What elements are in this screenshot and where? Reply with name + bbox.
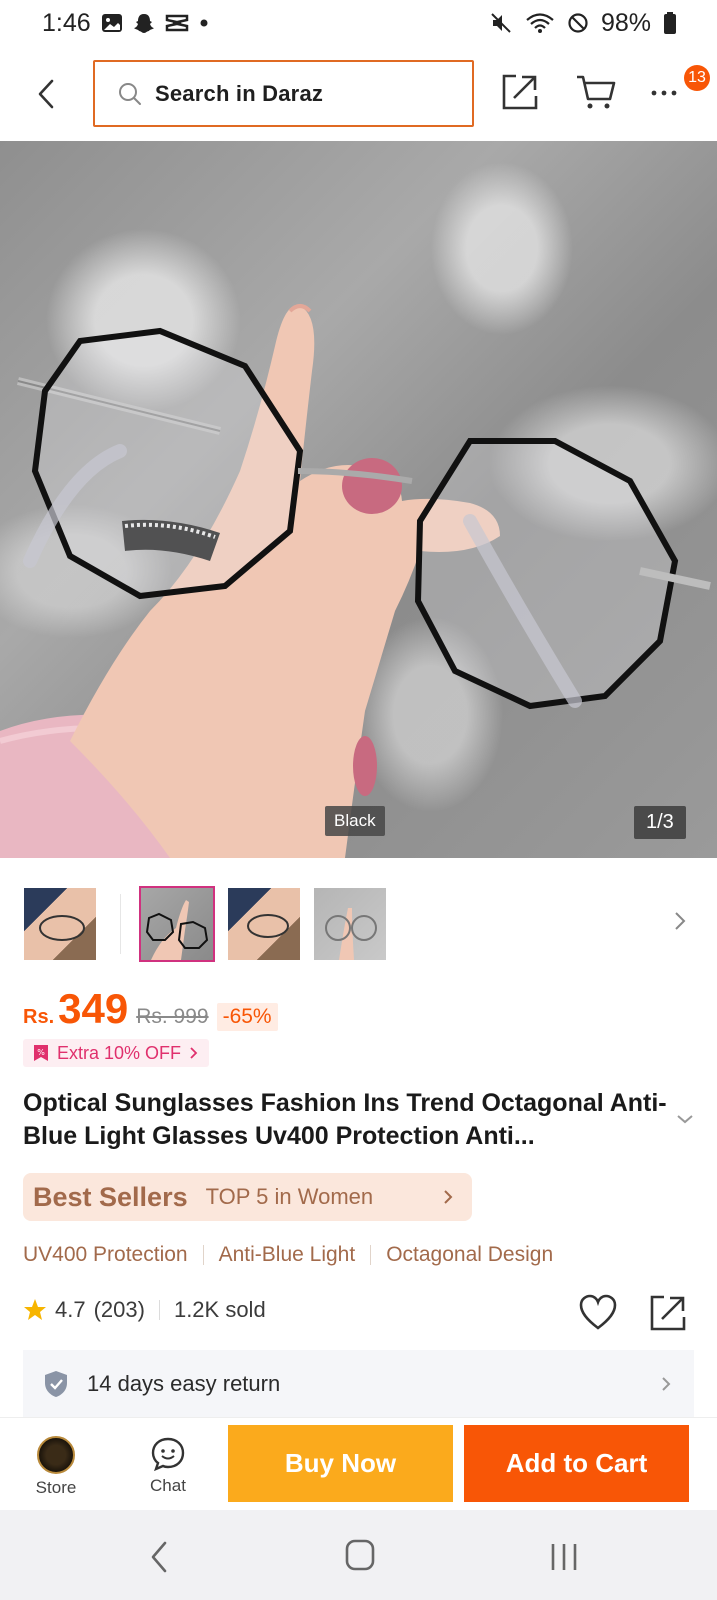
variant-label: Black [325,806,385,836]
shield-check-icon [45,1371,67,1397]
chat-icon [151,1437,185,1472]
status-bar: 1:46 98% [0,0,717,46]
buy-now-button[interactable]: Buy Now [228,1425,453,1502]
more-options-button[interactable] [650,78,680,113]
notification-badge: 13 [684,65,710,91]
store-logo-icon [37,1436,75,1474]
tag-divider [202,1245,204,1265]
thumbnail-1[interactable] [24,888,96,960]
best-sellers-banner[interactable]: Best Sellers TOP 5 in Women [23,1173,472,1221]
store-button[interactable]: Store [28,1436,84,1498]
rating-score: 4.7 [55,1297,86,1322]
share-product-button[interactable] [648,1293,688,1338]
image-counter: 1/3 [634,806,686,839]
system-navigation-bar [0,1510,717,1600]
mute-icon [489,11,513,35]
chat-button[interactable]: Chat [140,1436,196,1496]
return-policy-row[interactable]: 14 days easy return [23,1350,694,1418]
return-policy-text: 14 days easy return [87,1371,281,1396]
sold-count: 1.2K sold [173,1297,266,1322]
system-recents-button[interactable] [548,1540,580,1579]
thumbnail-2-selected[interactable] [139,886,215,962]
back-arrow-icon [38,79,54,109]
share-button[interactable] [500,72,540,117]
voucher-banner[interactable]: % Extra 10% OFF [23,1039,210,1067]
do-not-disturb-icon [567,12,589,34]
tag-divider [370,1245,372,1265]
system-back-button[interactable] [148,1540,170,1579]
chevron-right-icon [662,1377,671,1391]
voucher-icon: % [34,1045,48,1061]
best-sellers-rank: TOP 5 in Women [205,1184,374,1209]
store-label: Store [35,1478,77,1497]
back-arrow-icon [151,1541,167,1573]
top-navigation: Search in Daraz 13 [0,56,717,130]
feature-tag: Octagonal Design [386,1243,554,1266]
back-button[interactable] [28,74,64,114]
voucher-text: Extra 10% OFF [57,1042,182,1063]
best-sellers-title: Best Sellers [33,1181,188,1212]
search-placeholder: Search in Daraz [155,80,324,106]
thumbnail-4[interactable] [314,888,386,960]
system-home-button[interactable] [344,1538,376,1577]
thumbnail-3[interactable] [228,888,300,960]
discount-badge: -65% [216,1003,278,1031]
expand-title-button[interactable] [675,1112,695,1131]
search-icon [119,82,141,105]
recents-icon [551,1544,577,1570]
home-icon [345,1539,375,1571]
chat-label: Chat [150,1476,186,1495]
wifi-icon [525,11,555,35]
thumbnails-next-button[interactable] [672,908,688,939]
rating-divider [158,1300,160,1320]
glasses-product-illustration [0,304,711,858]
bottom-action-bar: Store Chat Buy Now Add to Cart [0,1417,717,1509]
thumbnail-divider [120,894,121,954]
more-dots-icon [651,90,677,96]
snapchat-icon [133,12,155,34]
product-title: Optical Sunglasses Fashion Ins Trend Oct… [23,1089,667,1150]
cart-icon [577,75,616,109]
chevron-down-icon [677,1115,693,1124]
capcut-icon [165,13,189,33]
star-icon [24,1299,46,1320]
price-original: Rs. 999 [136,1005,209,1028]
add-to-cart-button[interactable]: Add to Cart [464,1425,689,1502]
feature-tag: Anti-Blue Light [218,1243,356,1266]
chevron-right-icon [675,912,686,930]
cart-button[interactable] [575,72,617,117]
more-notifications-dot-icon [199,18,209,28]
product-main-image[interactable]: Black 1/3 [0,141,717,858]
battery-percent: 98% [600,8,651,37]
share-icon [650,1295,686,1331]
share-icon [502,74,538,110]
price-row: Rs. 349 Rs. 999 -65% [23,985,278,1033]
rating-count: (203) [93,1297,145,1322]
wishlist-button[interactable] [578,1293,618,1338]
gallery-notification-icon [101,12,123,34]
price-currency: Rs. [23,1006,55,1028]
battery-icon [663,11,677,35]
rating-row[interactable]: 4.7 (203) 1.2K sold [23,1297,266,1323]
status-time: 1:46 [42,8,91,37]
price-current: 349 [58,985,129,1032]
svg-text:%: % [37,1048,45,1057]
chevron-right-icon [444,1190,453,1204]
feature-tag: UV400 Protection [23,1243,188,1266]
heart-icon [579,1294,617,1330]
thumbnail-strip [0,886,717,962]
chevron-right-icon [190,1047,198,1059]
search-input[interactable]: Search in Daraz [93,60,474,127]
feature-tags: UV400 Protection Anti-Blue Light Octagon… [23,1243,553,1267]
